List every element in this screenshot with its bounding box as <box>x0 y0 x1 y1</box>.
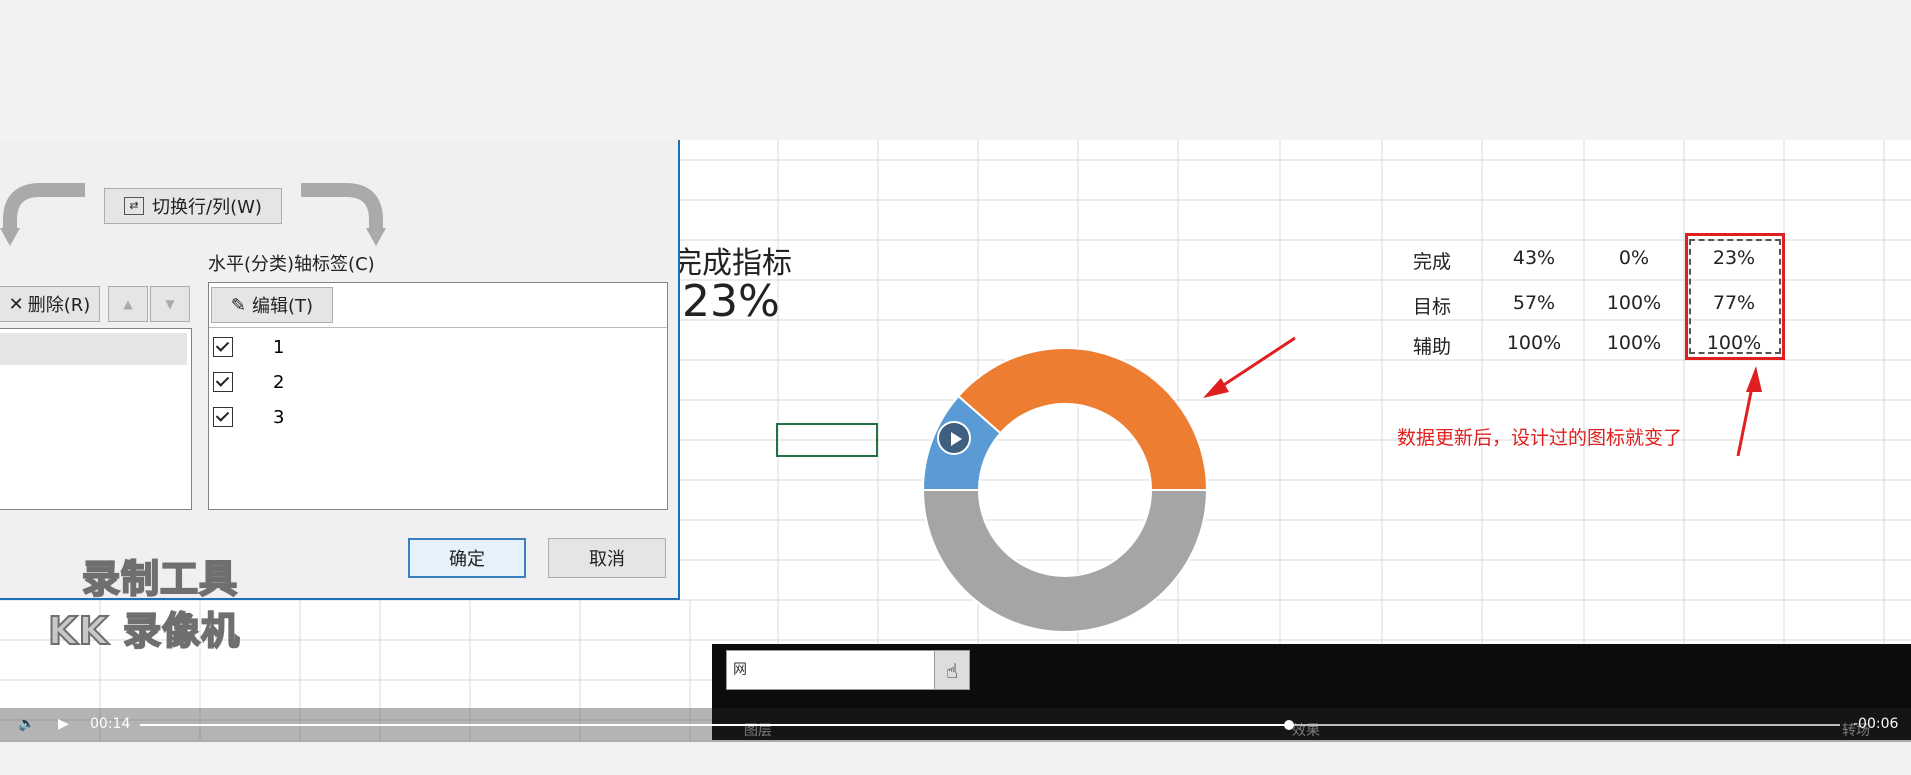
arrow-to-table <box>1736 366 1762 457</box>
table-row-label: 目标 <box>1412 296 1451 318</box>
progress-fill <box>140 724 1290 726</box>
axis-item[interactable]: 2 <box>213 368 284 396</box>
table-cell[interactable]: 43% <box>1484 247 1584 269</box>
right-curved-arrow-icon <box>301 183 386 246</box>
axis-item-label: 3 <box>273 406 285 428</box>
axis-item[interactable]: 3 <box>213 403 284 431</box>
progress-handle[interactable] <box>1284 720 1295 730</box>
edit-icon: ✎ <box>230 294 247 316</box>
axis-item-label: 1 <box>273 336 285 358</box>
table-row-label: 完成 <box>1412 251 1451 273</box>
table-cell[interactable]: 100% <box>1584 332 1684 354</box>
selected-cell[interactable] <box>776 423 878 457</box>
axis-label-title: 水平(分类)轴标签(C) <box>208 254 375 275</box>
left-curved-arrow-icon <box>0 183 85 246</box>
axis-labels-list: ✎ 编辑(T) 1 2 3 <box>208 282 668 510</box>
close-icon: ✕ <box>8 293 24 315</box>
delete-button[interactable]: ✕ 删除(R) <box>0 286 100 322</box>
legend-series-list[interactable] <box>0 328 192 510</box>
switch-icon: ⇄ <box>124 197 145 215</box>
switch-row-col-button[interactable]: ⇄ 切换行/列(W) <box>104 188 282 224</box>
select-data-dialog: ⇄ 切换行/列(W) 水平(分类)轴标签(C) ✕ 删除(R) ▲ ▼ ✎ 编辑… <box>0 140 680 600</box>
annotation-text: 数据更新后，设计过的图标就变了 <box>1397 427 1683 449</box>
delete-label: 删除(R) <box>27 295 91 316</box>
axis-item[interactable]: 1 <box>213 333 284 361</box>
doughnut-chart[interactable] <box>920 345 1220 645</box>
switch-row-col-label: 切换行/列(W) <box>152 197 262 218</box>
remaining-time: -00:06 <box>1853 716 1899 732</box>
selected-series-row[interactable] <box>0 333 187 365</box>
list-divider <box>209 327 667 328</box>
axis-item-label: 2 <box>273 371 285 393</box>
table-cell[interactable]: 100% <box>1584 292 1684 314</box>
donut-slice[interactable] <box>957 347 1209 491</box>
dashed-selection <box>1689 239 1781 354</box>
volume-icon[interactable]: 🔈 <box>18 716 35 732</box>
search-value: 网 <box>733 662 747 678</box>
edit-button[interactable]: ✎ 编辑(T) <box>211 287 333 323</box>
edit-label: 编辑(T) <box>252 296 314 317</box>
checkbox[interactable] <box>213 337 233 357</box>
play-icon[interactable] <box>937 421 971 455</box>
table-cell[interactable]: 100% <box>1484 332 1584 354</box>
move-up-button[interactable]: ▲ <box>108 286 148 322</box>
arrow-to-chart <box>1203 336 1296 398</box>
watermark-line2: KK 录像机 <box>47 608 241 654</box>
play-button[interactable]: ▶ <box>58 716 69 732</box>
legend-toolbar: ✕ 删除(R) ▲ ▼ <box>0 282 192 326</box>
checkbox[interactable] <box>213 372 233 392</box>
table-cell[interactable]: 0% <box>1584 247 1684 269</box>
table-row-label: 辅助 <box>1412 336 1451 358</box>
watermark-line1: 录制工具 <box>81 556 239 602</box>
hand-cursor-icon[interactable]: ☝ <box>934 650 970 690</box>
table-cell[interactable]: 57% <box>1484 292 1584 314</box>
search-input[interactable]: 网 <box>726 650 936 690</box>
checkbox[interactable] <box>213 407 233 427</box>
donut-slice[interactable] <box>921 488 1209 633</box>
progress-track[interactable] <box>140 720 1840 730</box>
ok-button[interactable]: 确定 <box>408 538 526 578</box>
move-down-button[interactable]: ▼ <box>150 286 190 322</box>
player-controls: 🔈 ▶ 00:14 -00:06 <box>0 708 1911 742</box>
video-frame: 完成指标 23% 完成 43% 0% 23% 目标 57% 100% 77% 辅助 100% 100… <box>0 140 1911 740</box>
kpi-value: 23% <box>682 276 780 327</box>
current-time: 00:14 <box>90 716 131 732</box>
cancel-button[interactable]: 取消 <box>548 538 666 578</box>
